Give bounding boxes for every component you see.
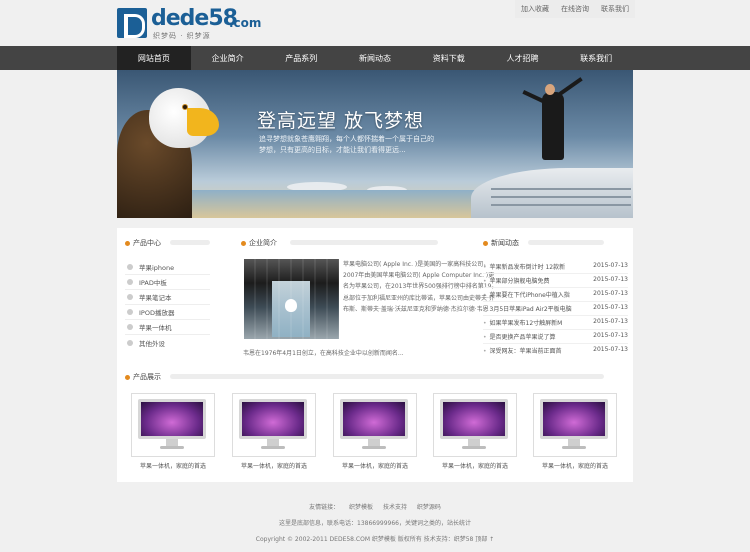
divider [528, 240, 604, 245]
divider [170, 374, 604, 379]
friend-link[interactable]: 织梦模板 [349, 504, 373, 511]
product-card[interactable] [131, 393, 215, 457]
banner-subtext: 追寻梦想就象苍鹰翱翔，每个人都怀揣着一个属于自己的梦想，只有更高的目标，才能让我… [259, 135, 434, 154]
bullet-icon [127, 279, 133, 285]
online-consult-link[interactable]: 在线咨询 [561, 4, 589, 14]
man-image [542, 92, 564, 160]
main-nav: 网站首页 企业简介 产品系列 新闻动态 资料下载 人才招聘 联系我们 [0, 46, 750, 70]
friend-link[interactable]: 织梦源码 [417, 504, 441, 511]
nav-about[interactable]: 企业简介 [191, 46, 265, 70]
bullet-icon [127, 324, 133, 330]
nav-news[interactable]: 新闻动态 [338, 46, 412, 70]
logo-mark-icon [117, 8, 147, 38]
news-title: 新闻动态 [483, 238, 519, 248]
bullet-icon [127, 340, 133, 346]
nav-contact[interactable]: 联系我们 [559, 46, 633, 70]
building-image [471, 168, 633, 218]
news-item[interactable]: 深受网友：苹果当前正面首2015-07-13 [483, 346, 628, 355]
product-menu-item[interactable]: IPAD中板 [127, 277, 167, 287]
imac-image [543, 402, 605, 436]
news-item[interactable]: 苹果要在下代iPhone中植入指2015-07-13 [483, 290, 628, 299]
logo-text: dede58 [151, 6, 238, 31]
product-caption[interactable]: 苹果一体机，家庭的首选 [232, 461, 316, 470]
friend-links-label: 友情链接： [309, 504, 340, 511]
product-card[interactable] [232, 393, 316, 457]
showcase-title: 产品展示 [125, 372, 161, 382]
top-links: 加入收藏 在线咨询 联系我们 [515, 0, 635, 18]
news-item[interactable]: 苹果部分旗舰电脑免费2015-07-13 [483, 276, 628, 285]
imac-image [242, 402, 304, 436]
hero-banner[interactable]: 登高远望 放飞梦想 追寻梦想就象苍鹰翱翔，每个人都怀揣着一个属于自己的梦想，只有… [117, 70, 633, 218]
friend-link[interactable]: 技术支持 [383, 504, 407, 511]
product-caption[interactable]: 苹果一体机，家庭的首选 [533, 461, 617, 470]
nav-home[interactable]: 网站首页 [117, 46, 191, 70]
news-item[interactable]: 3月5日苹果iPad Air2平板电脑2015-07-13 [483, 304, 628, 313]
nav-downloads[interactable]: 资料下载 [412, 46, 486, 70]
product-caption[interactable]: 苹果一体机，家庭的首选 [433, 461, 517, 470]
intro-text-last: 韦恩在1976年4月1日创立，在高科技企业中以创新而闻名... [243, 350, 404, 357]
friend-links: 友情链接： 织梦模板 技术支持 织梦源码 [117, 502, 633, 511]
product-menu-item[interactable]: 其他外设 [127, 338, 165, 348]
nav-jobs[interactable]: 人才招聘 [486, 46, 560, 70]
bullet-icon [241, 240, 246, 246]
imac-image [443, 402, 505, 436]
product-card[interactable] [333, 393, 417, 457]
logo-subtitle: 织梦码 · 织梦源 [153, 32, 211, 40]
bullet-icon [125, 240, 130, 246]
product-menu-item[interactable]: 苹果一体机 [127, 322, 172, 332]
intro-title: 企业简介 [241, 238, 277, 248]
product-caption[interactable]: 苹果一体机，家庭的首选 [333, 461, 417, 470]
contact-link[interactable]: 联系我们 [601, 4, 629, 14]
product-menu-item[interactable]: IPOD播放器 [127, 307, 174, 317]
imac-image [141, 402, 203, 436]
news-item[interactable]: 是否更换产品苹果说了算2015-07-13 [483, 332, 628, 341]
banner-slogan: 登高远望 放飞梦想 [257, 110, 425, 132]
bullet-icon [127, 264, 133, 270]
bullet-icon [483, 240, 488, 246]
bullet-icon [127, 309, 133, 315]
footer-contact: 这里是底部信息，联系电话：13866999966，关键词之类的，站长统计 [279, 520, 471, 527]
product-caption[interactable]: 苹果一体机，家庭的首选 [131, 461, 215, 470]
logo-suffix: .com [229, 16, 262, 30]
nav-products[interactable]: 产品系列 [264, 46, 338, 70]
news-item[interactable]: 苹果新品发布倒计时 12款新2015-07-13 [483, 262, 628, 271]
product-menu-item[interactable]: 苹果笔记本 [127, 292, 172, 302]
news-item[interactable]: 如果苹果发布12寸触屏新M2015-07-13 [483, 318, 628, 327]
product-card[interactable] [533, 393, 617, 457]
footer-copyright: Copyright © 2002-2011 DEDE58.COM 织梦模板 版权… [255, 536, 495, 543]
intro-text: 苹果电脑公司( Apple Inc. )是美国的一家高科技公司，2007年由美国… [343, 261, 498, 313]
imac-image [343, 402, 405, 436]
add-favorite-link[interactable]: 加入收藏 [521, 4, 549, 14]
product-menu-item[interactable]: 苹果iphone [127, 262, 174, 272]
bullet-icon [127, 294, 133, 300]
product-card[interactable] [433, 393, 517, 457]
bullet-icon [125, 374, 130, 380]
divider [290, 240, 438, 245]
products-menu-title: 产品中心 [125, 238, 161, 248]
intro-image[interactable] [244, 259, 339, 339]
site-logo[interactable]: dede58 .com 织梦码 · 织梦源 [117, 6, 267, 40]
divider [170, 240, 210, 245]
